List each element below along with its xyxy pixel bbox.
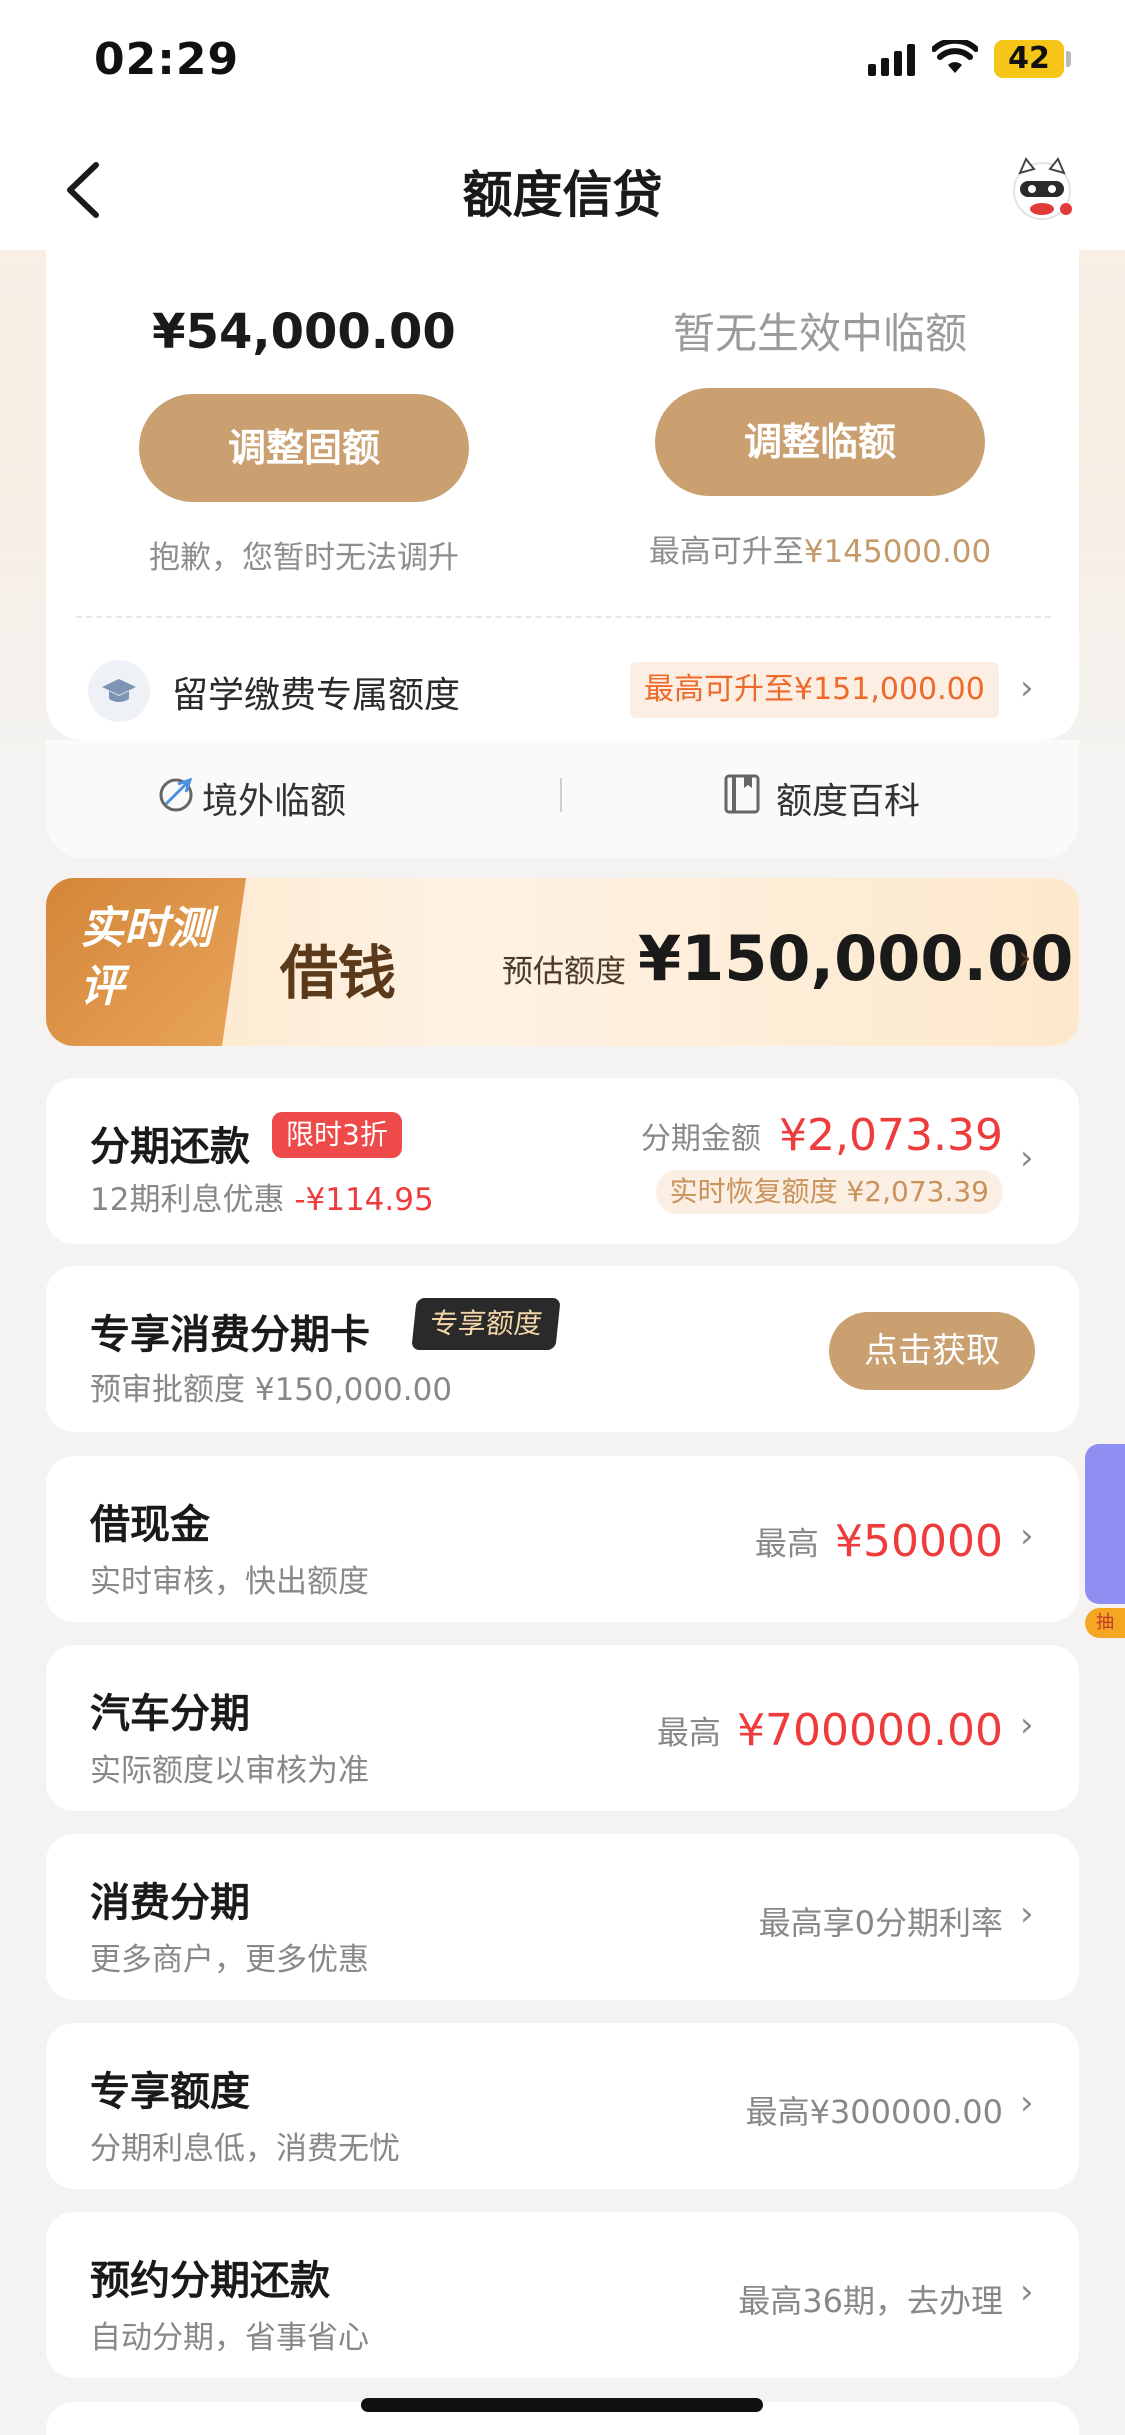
car-installment-sub: 实际额度以审核为准 xyxy=(90,1753,369,1789)
borrow-title: 借钱 xyxy=(280,939,397,1007)
car-installment-title: 汽车分期 xyxy=(90,1691,250,1737)
nav-bar: 额度信贷 xyxy=(0,125,1125,250)
consumer-installment-card[interactable]: 消费分期 更多商户，更多优惠 最高享0分期利率 › xyxy=(46,1834,1079,2000)
quota-shortcuts-bar: 境外临额 额度百科 xyxy=(46,740,1079,858)
installment-amount-value: ¥2,073.39 xyxy=(779,1110,1003,1161)
installment-amount-label: 分期金额 xyxy=(640,1121,761,1157)
fixed-quota-hint: 抱歉，您暂时无法调升 xyxy=(149,540,459,576)
car-installment-max-amount: ¥700000.00 xyxy=(737,1705,1003,1756)
card-offer-title: 专享消费分期卡 xyxy=(90,1312,370,1358)
exclusive-installment-card[interactable]: 专享消费分期卡 专享额度 预审批额度 ¥150,000.00 点击获取 xyxy=(46,1266,1079,1432)
wifi-icon xyxy=(932,40,978,73)
chevron-right-icon: › xyxy=(1018,938,1032,978)
car-installment-max: 最高 ¥700000.00 xyxy=(657,1705,1003,1756)
chevron-right-icon: › xyxy=(1020,1705,1034,1745)
subbar-divider xyxy=(560,778,562,812)
status-time: 02:29 xyxy=(94,34,240,85)
borrow-cash-title: 借现金 xyxy=(90,1502,210,1548)
temp-quota-hint-prefix: 最高可升至 xyxy=(648,534,804,570)
fixed-quota-column: ¥54,000.00 调整固额 抱歉，您暂时无法调升 xyxy=(46,250,562,577)
get-card-button[interactable]: 点击获取 xyxy=(829,1312,1035,1390)
consumer-installment-rate: 最高享0分期利率 xyxy=(758,1904,1003,1942)
borrow-cash-card[interactable]: 借现金 实时审核，快出额度 最高 ¥50000 › xyxy=(46,1456,1079,1622)
consumer-installment-title: 消费分期 xyxy=(90,1880,250,1926)
exclusive-quota-sub: 分期利息低，消费无忧 xyxy=(90,2131,400,2167)
mascot-assistant-icon[interactable] xyxy=(1004,151,1080,227)
fixed-quota-amount: ¥54,000.00 xyxy=(152,304,456,360)
home-indicator xyxy=(361,2398,763,2412)
borrow-estimate-amount: ¥150,000.00 xyxy=(638,922,1074,995)
installment-sub-prefix: 12期利息优惠 xyxy=(90,1182,285,1218)
chevron-right-icon: › xyxy=(1020,668,1034,708)
lottery-tag: 抽 xyxy=(1085,1608,1125,1638)
study-abroad-quota-row[interactable]: 留学缴费专属额度 最高可升至¥151,000.00 › xyxy=(46,646,1079,736)
exclusive-quota-max: 最高¥300000.00 xyxy=(745,2093,1003,2131)
graduation-cap-icon xyxy=(88,660,150,722)
borrow-estimate-label: 预估额度 xyxy=(502,954,626,990)
overseas-temp-quota-label: 境外临额 xyxy=(202,781,347,822)
floating-promo[interactable]: 抽 xyxy=(1085,1444,1125,1644)
restore-quota-tag: 实时恢复额度 ¥2,073.39 xyxy=(655,1170,1003,1214)
book-icon xyxy=(724,774,760,814)
phone-promo-icon xyxy=(1085,1444,1125,1604)
reserve-installment-sub: 自动分期，省事省心 xyxy=(90,2320,369,2356)
adjust-temp-quota-button[interactable]: 调整临额 xyxy=(655,388,985,496)
temp-quota-hint: 最高可升至¥145000.00 xyxy=(562,526,1078,571)
borrow-banner[interactable]: 实时测评 借钱 预估额度 ¥150,000.00 › xyxy=(46,878,1079,1046)
exclusive-quota-card[interactable]: 专享额度 分期利息低，消费无忧 最高¥300000.00 › xyxy=(46,2023,1079,2189)
airplane-globe-icon xyxy=(159,777,193,812)
temp-quota-hint-amount: ¥145000.00 xyxy=(803,534,992,570)
installment-title: 分期还款 xyxy=(90,1124,250,1170)
discount-badge: 限时3折 xyxy=(272,1112,402,1158)
temp-quota-status: 暂无生效中临额 xyxy=(672,309,967,358)
page-title: 额度信贷 xyxy=(462,166,663,224)
exclusive-quota-title: 专享额度 xyxy=(90,2069,250,2115)
reserve-installment-cta: 最高36期，去办理 xyxy=(738,2282,1003,2320)
quota-wiki-link[interactable]: 额度百科 xyxy=(724,772,921,824)
installment-amount: 分期金额 ¥2,073.39 xyxy=(641,1110,1003,1161)
borrow-cash-max-amount: ¥50000 xyxy=(835,1516,1003,1567)
installment-repayment-card[interactable]: 分期还款 限时3折 12期利息优惠 -¥114.95 分期金额 ¥2,073.3… xyxy=(46,1078,1079,1244)
chevron-right-icon: › xyxy=(1020,2272,1034,2312)
exclusive-quota-badge: 专享额度 xyxy=(411,1298,561,1350)
installment-sub-amount: -¥114.95 xyxy=(294,1182,434,1218)
car-installment-card[interactable]: 汽车分期 实际额度以审核为准 最高 ¥700000.00 › xyxy=(46,1645,1079,1811)
chevron-right-icon: › xyxy=(1020,1894,1034,1934)
installment-sub: 12期利息优惠 -¥114.95 xyxy=(90,1174,434,1219)
realtime-eval-text: 实时测评 xyxy=(80,903,212,1012)
study-abroad-label: 留学缴费专属额度 xyxy=(172,675,461,716)
chevron-right-icon: › xyxy=(1020,1516,1034,1556)
borrow-cash-max-label: 最高 xyxy=(754,1524,819,1563)
consumer-installment-sub: 更多商户，更多优惠 xyxy=(90,1942,369,1978)
quota-wiki-label: 额度百科 xyxy=(776,781,921,822)
borrow-cash-sub: 实时审核，快出额度 xyxy=(90,1564,369,1600)
reserve-installment-card[interactable]: 预约分期还款 自动分期，省事省心 最高36期，去办理 › xyxy=(46,2212,1079,2378)
adjust-fixed-quota-button[interactable]: 调整固额 xyxy=(139,394,469,502)
chevron-right-icon: › xyxy=(1020,2083,1034,2123)
cellular-signal-icon xyxy=(868,44,918,76)
status-bar: 02:29 42 xyxy=(0,0,1125,125)
battery-cap xyxy=(1066,51,1071,67)
quota-card: ¥54,000.00 调整固额 抱歉，您暂时无法调升 暂无生效中临额 调整临额 … xyxy=(46,250,1079,740)
overseas-temp-quota-link[interactable]: 境外临额 xyxy=(159,772,347,824)
battery-icon: 42 xyxy=(994,40,1064,78)
reserve-installment-title: 预约分期还款 xyxy=(90,2258,330,2304)
temp-quota-column: 暂无生效中临额 调整临额 最高可升至¥145000.00 xyxy=(562,250,1078,571)
car-installment-max-label: 最高 xyxy=(656,1713,721,1752)
study-abroad-max-tag: 最高可升至¥151,000.00 xyxy=(630,662,999,718)
divider xyxy=(76,616,1051,618)
borrow-cash-max: 最高 ¥50000 xyxy=(755,1516,1003,1567)
card-offer-sub: 预审批额度 ¥150,000.00 xyxy=(90,1372,453,1408)
chevron-right-icon: › xyxy=(1020,1138,1034,1178)
